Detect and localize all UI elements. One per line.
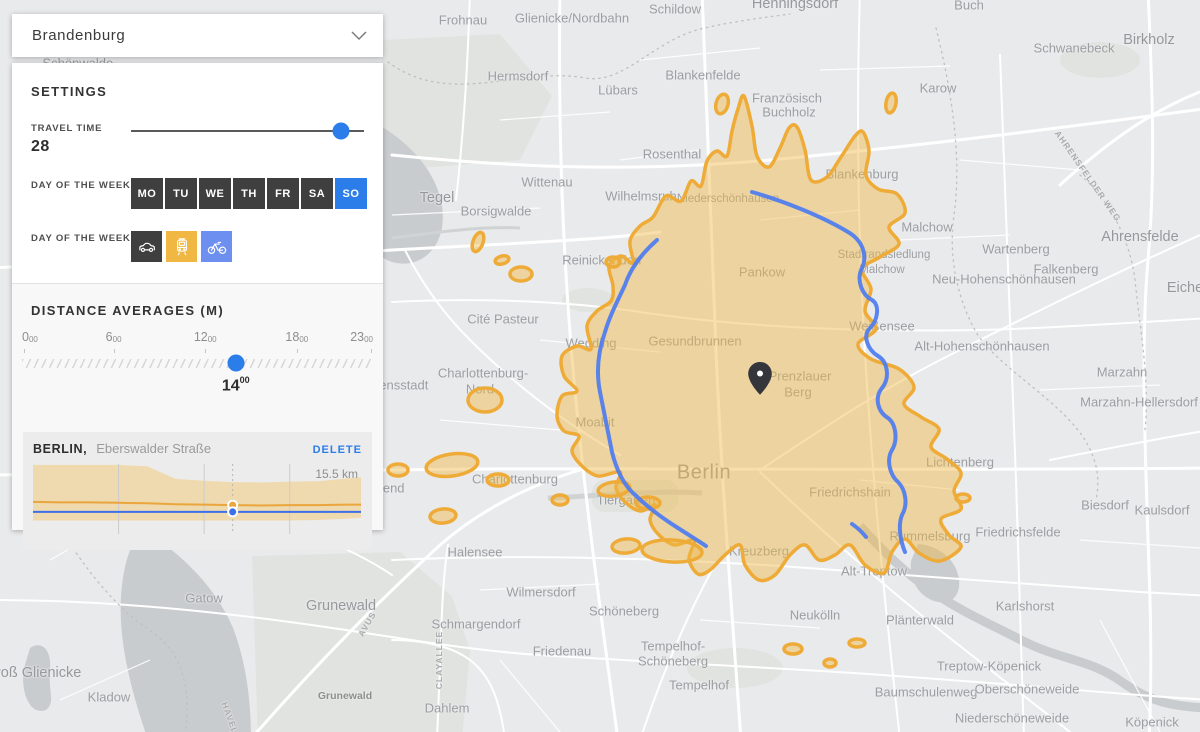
travel-mode-row: DAY OF THE WEEK [31, 231, 364, 262]
time-tick: 2300 [350, 330, 373, 344]
day-of-week-row: DAY OF THE WEEK MOTUWETHFRSASO [31, 178, 364, 209]
car-icon [136, 236, 158, 258]
time-scale: 000 600 1200 1800 2300 [22, 330, 373, 346]
travel-mode-label: DAY OF THE WEEK [31, 231, 131, 244]
time-tick: 600 [106, 330, 122, 344]
time-tick: 1200 [194, 330, 217, 344]
distance-averages-section: DISTANCE AVERAGES (M) 000 600 1200 1800 2300… [12, 283, 383, 530]
transit-mode-button[interactable] [166, 231, 197, 262]
time-of-day-slider[interactable] [22, 352, 373, 374]
day-button-th[interactable]: TH [233, 178, 265, 209]
day-button-tu[interactable]: TU [165, 178, 197, 209]
app-window: HenningsdorfSchönwalde-FrohnauGlienicke/… [0, 0, 1200, 732]
time-slider-track [22, 359, 373, 368]
travel-time-label: TRAVEL TIME [31, 123, 131, 134]
time-tick: 000 [22, 330, 38, 344]
region-dropdown-value: Brandenburg [32, 27, 125, 44]
route-city: BERLIN, [33, 442, 87, 456]
day-button-mo[interactable]: MO [131, 178, 163, 209]
delete-route-button[interactable]: DELETE [313, 444, 362, 456]
travel-time-row: TRAVEL TIME 28 [31, 121, 364, 156]
region-dropdown[interactable]: Brandenburg [12, 14, 383, 57]
travel-time-slider-track [131, 130, 364, 132]
day-button-fr[interactable]: FR [267, 178, 299, 209]
distance-averages-title: DISTANCE AVERAGES (M) [31, 303, 373, 318]
chevron-down-icon [351, 31, 367, 41]
settings-panel: SETTINGS TRAVEL TIME 28 DAY OF THE WEEK … [12, 63, 383, 530]
day-button-sa[interactable]: SA [301, 178, 333, 209]
travel-mode-buttons [131, 231, 232, 262]
route-chart-svg [33, 464, 361, 534]
travel-time-slider[interactable] [131, 121, 364, 141]
travel-time-value: 28 [31, 138, 131, 156]
settings-title: SETTINGS [31, 84, 364, 99]
isochrone-area [557, 96, 961, 581]
route-chart: 15.5 km [33, 464, 362, 539]
bike-mode-button[interactable] [201, 231, 232, 262]
car-mode-button[interactable] [131, 231, 162, 262]
travel-time-slider-handle[interactable] [332, 123, 349, 140]
tram-icon [171, 236, 193, 258]
time-tick: 1800 [285, 330, 308, 344]
chart-scale-label: 15.5 km [315, 467, 358, 481]
day-of-week-label: DAY OF THE WEEK [31, 178, 131, 191]
bicycle-icon [206, 236, 228, 258]
route-card: BERLIN, Eberswalder Straße DELETE 15.5 k… [23, 432, 372, 550]
settings-section: SETTINGS TRAVEL TIME 28 DAY OF THE WEEK … [12, 63, 383, 283]
travel-time-block: TRAVEL TIME 28 [31, 121, 131, 156]
day-of-week-buttons: MOTUWETHFRSASO [131, 178, 367, 209]
selected-time-value: 1400 [222, 376, 250, 395]
route-street: Eberswalder Straße [96, 441, 312, 456]
day-button-we[interactable]: WE [199, 178, 231, 209]
day-button-so[interactable]: SO [335, 178, 367, 209]
time-slider-handle[interactable] [227, 355, 244, 372]
